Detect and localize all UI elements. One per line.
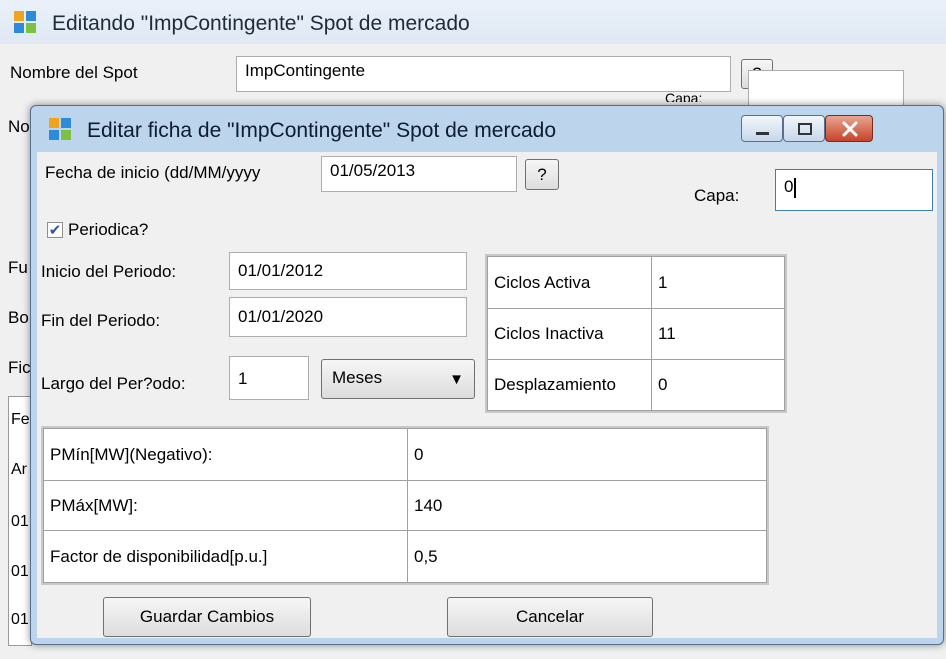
parent-label-partial-2: Fu: [8, 258, 28, 277]
unidad-periodo-select[interactable]: Meses ▼: [321, 359, 475, 399]
largo-periodo-label: Largo del Per?odo:: [41, 374, 186, 393]
checkmark-icon: ✔: [48, 221, 62, 239]
edit-ficha-dialog: Editar ficha de "ImpContingente" Spot de…: [30, 105, 944, 645]
nombre-spot-input[interactable]: ImpContingente: [236, 56, 731, 92]
dialog-body: Fecha de inicio (dd/MM/yyyy 01/05/2013 ?…: [37, 152, 937, 638]
param-value-cell[interactable]: 140: [407, 480, 767, 531]
parent-label-partial-1: No: [8, 117, 30, 136]
save-button[interactable]: Guardar Cambios: [103, 597, 311, 637]
dropdown-arrow-icon: ▼: [449, 371, 464, 388]
grid-cell-partial: Ar: [11, 461, 27, 478]
dialog-titlebar[interactable]: Editar ficha de "ImpContingente" Spot de…: [31, 106, 943, 152]
cycle-label-cell: Ciclos Inactiva: [487, 308, 652, 360]
table-row[interactable]: Desplazamiento 0: [487, 359, 785, 411]
maximize-icon: [798, 123, 812, 135]
grid-cell-partial: 01: [11, 563, 29, 580]
cycles-table[interactable]: Ciclos Activa 1 Ciclos Inactiva 11 Despl…: [485, 254, 787, 413]
parent-capa-input[interactable]: [748, 70, 904, 106]
dialog-app-icon: [49, 118, 71, 140]
param-value-cell[interactable]: 0,5: [407, 530, 767, 583]
capa-label: Capa:: [694, 186, 740, 205]
parent-label-partial-3: Bo: [8, 308, 29, 327]
close-button[interactable]: [825, 115, 873, 142]
nombre-spot-label: Nombre del Spot: [10, 63, 138, 82]
grid-cell-partial: 01: [11, 513, 29, 530]
param-label-cell: PMín[MW](Negativo):: [43, 428, 408, 481]
table-row[interactable]: Ciclos Inactiva 11: [487, 308, 785, 360]
fecha-inicio-input[interactable]: 01/05/2013: [321, 156, 517, 192]
capa-input[interactable]: 0: [775, 169, 933, 211]
table-row[interactable]: PMáx[MW]: 140: [43, 480, 767, 531]
table-row[interactable]: PMín[MW](Negativo): 0: [43, 428, 767, 481]
close-icon: [842, 121, 858, 137]
minimize-icon: [756, 132, 769, 135]
dialog-title: Editar ficha de "ImpContingente" Spot de…: [87, 119, 557, 142]
grid-cell-partial: 01: [11, 611, 29, 628]
maximize-button[interactable]: [783, 115, 825, 142]
cycle-label-cell: Desplazamiento: [487, 359, 652, 411]
parent-titlebar: Editando "ImpContingente" Spot de mercad…: [0, 0, 946, 44]
cycle-value-cell[interactable]: 1: [651, 256, 785, 309]
periodica-label: Periodica?: [68, 220, 149, 239]
fecha-help-button[interactable]: ?: [525, 159, 559, 190]
parent-window-title: Editando "ImpContingente" Spot de mercad…: [52, 12, 470, 35]
cancel-button[interactable]: Cancelar: [447, 597, 653, 637]
largo-periodo-input[interactable]: 1: [229, 356, 309, 400]
cycle-value-cell[interactable]: 11: [651, 308, 785, 360]
param-label-cell: Factor de disponibilidad[p.u.]: [43, 530, 408, 583]
param-value-cell[interactable]: 0: [407, 428, 767, 481]
param-label-cell: PMáx[MW]:: [43, 480, 408, 531]
cycle-value-cell[interactable]: 0: [651, 359, 785, 411]
parent-capa-label: Capa:: [665, 90, 703, 102]
fin-periodo-input[interactable]: 01/01/2020: [229, 297, 467, 337]
grid-cell-partial: Fe: [11, 411, 30, 428]
fecha-inicio-label: Fecha de inicio (dd/MM/yyyy: [45, 163, 261, 182]
table-row[interactable]: Ciclos Activa 1: [487, 256, 785, 309]
cycle-label-cell: Ciclos Activa: [487, 256, 652, 309]
periodica-checkbox[interactable]: ✔: [47, 222, 63, 238]
parent-data-grid[interactable]: Fe Ar 01 01 01: [8, 396, 32, 646]
inicio-periodo-label: Inicio del Periodo:: [41, 262, 177, 281]
params-table[interactable]: PMín[MW](Negativo): 0 PMáx[MW]: 140 Fact…: [41, 426, 769, 585]
inicio-periodo-input[interactable]: 01/01/2012: [229, 252, 467, 290]
app-icon: [14, 11, 36, 33]
table-row[interactable]: Factor de disponibilidad[p.u.] 0,5: [43, 530, 767, 583]
minimize-button[interactable]: [741, 115, 783, 142]
parent-label-partial-4: Fic: [8, 358, 31, 377]
fin-periodo-label: Fin del Periodo:: [41, 311, 161, 330]
unidad-selected: Meses: [332, 368, 383, 387]
